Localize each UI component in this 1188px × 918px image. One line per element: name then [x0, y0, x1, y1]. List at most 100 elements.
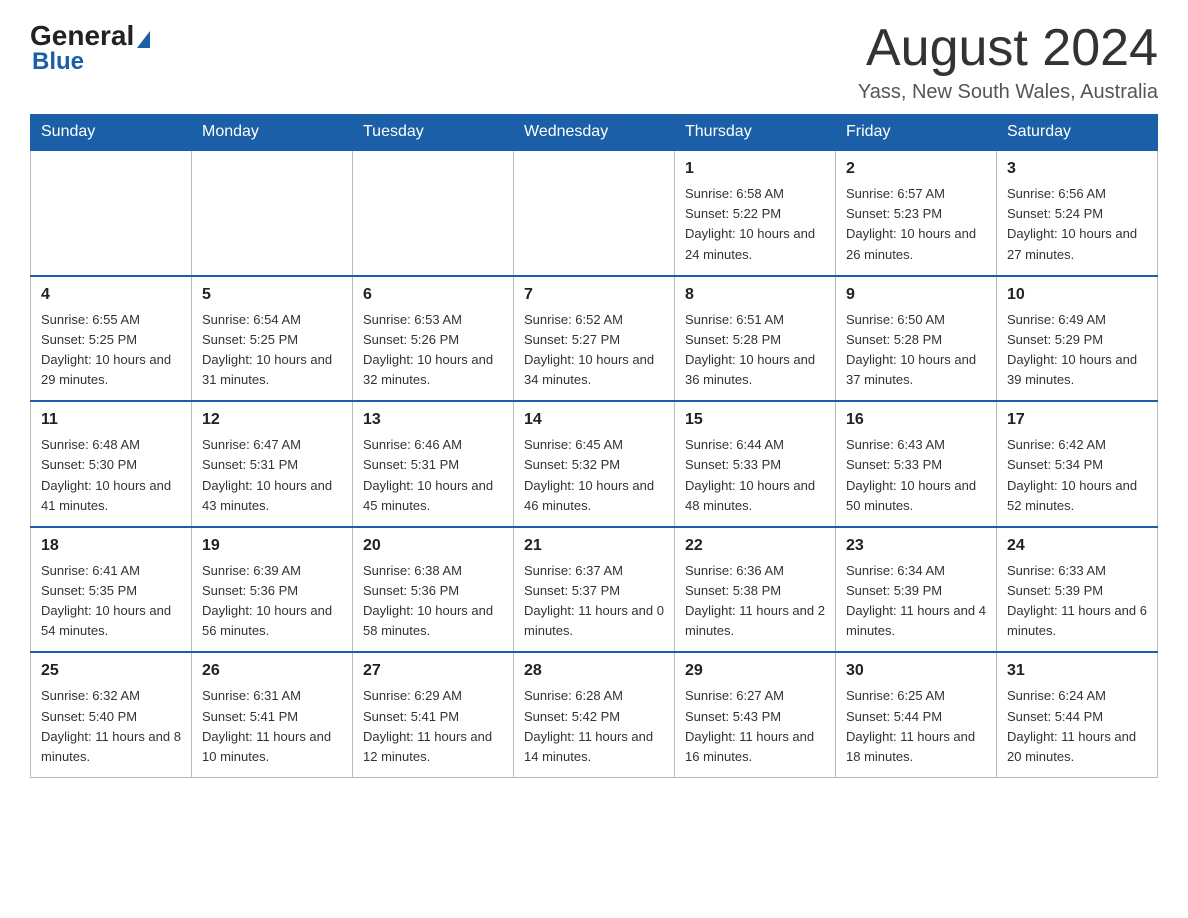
calendar-day-cell: 8 Sunrise: 6:51 AMSunset: 5:28 PMDaylight…	[675, 276, 836, 402]
day-number: 5	[202, 283, 342, 307]
calendar-day-cell: 29Sunrise: 6:27 AMSunset: 5:43 PMDayligh…	[675, 652, 836, 777]
day-info: Sunrise: 6:29 AMSunset: 5:41 PMDaylight:…	[363, 686, 503, 767]
logo-arrow-icon	[137, 31, 150, 48]
calendar-week-row: 1 Sunrise: 6:58 AMSunset: 5:22 PMDaylight…	[31, 150, 1158, 276]
calendar-day-cell: 23 Sunrise: 6:34 AMSunset: 5:39 PMDayligh…	[836, 527, 997, 653]
day-info: Sunrise: 6:44 AMSunset: 5:33 PMDaylight:…	[685, 435, 825, 516]
location-text: Yass, New South Wales, Australia	[858, 81, 1158, 104]
calendar-day-cell: 28 Sunrise: 6:28 AMSunset: 5:42 PMDayligh…	[514, 652, 675, 777]
day-info: Sunrise: 6:34 AMSunset: 5:39 PMDaylight:…	[846, 561, 986, 642]
day-info: Sunrise: 6:37 AMSunset: 5:37 PMDaylight:…	[524, 561, 664, 642]
calendar-day-cell: 19 Sunrise: 6:39 AMSunset: 5:36 PMDayligh…	[192, 527, 353, 653]
calendar-header-thursday: Thursday	[675, 115, 836, 151]
day-number: 19	[202, 534, 342, 558]
day-info: Sunrise: 6:54 AMSunset: 5:25 PMDaylight:…	[202, 310, 342, 391]
calendar-day-cell: 14 Sunrise: 6:45 AMSunset: 5:32 PMDayligh…	[514, 401, 675, 527]
day-number: 23	[846, 534, 986, 558]
day-number: 15	[685, 408, 825, 432]
day-info: Sunrise: 6:47 AMSunset: 5:31 PMDaylight:…	[202, 435, 342, 516]
calendar-day-cell: 9Sunrise: 6:50 AMSunset: 5:28 PMDaylight…	[836, 276, 997, 402]
calendar-day-cell: 7 Sunrise: 6:52 AMSunset: 5:27 PMDaylight…	[514, 276, 675, 402]
day-number: 4	[41, 283, 181, 307]
calendar-day-cell: 12 Sunrise: 6:47 AMSunset: 5:31 PMDayligh…	[192, 401, 353, 527]
day-info: Sunrise: 6:38 AMSunset: 5:36 PMDaylight:…	[363, 561, 503, 642]
calendar-day-cell: 26 Sunrise: 6:31 AMSunset: 5:41 PMDayligh…	[192, 652, 353, 777]
calendar-week-row: 25Sunrise: 6:32 AMSunset: 5:40 PMDayligh…	[31, 652, 1158, 777]
day-number: 24	[1007, 534, 1147, 558]
calendar-header-monday: Monday	[192, 115, 353, 151]
calendar-day-cell: 6Sunrise: 6:53 AMSunset: 5:26 PMDaylight…	[353, 276, 514, 402]
calendar-day-cell	[31, 150, 192, 276]
day-number: 31	[1007, 659, 1147, 683]
calendar-day-cell: 21 Sunrise: 6:37 AMSunset: 5:37 PMDayligh…	[514, 527, 675, 653]
day-info: Sunrise: 6:52 AMSunset: 5:27 PMDaylight:…	[524, 310, 664, 391]
month-title: August 2024	[858, 20, 1158, 77]
calendar-header-row: SundayMondayTuesdayWednesdayThursdayFrid…	[31, 115, 1158, 151]
calendar-day-cell: 5 Sunrise: 6:54 AMSunset: 5:25 PMDaylight…	[192, 276, 353, 402]
day-info: Sunrise: 6:58 AMSunset: 5:22 PMDaylight:…	[685, 184, 825, 265]
day-info: Sunrise: 6:27 AMSunset: 5:43 PMDaylight:…	[685, 686, 825, 767]
day-number: 10	[1007, 283, 1147, 307]
day-info: Sunrise: 6:36 AMSunset: 5:38 PMDaylight:…	[685, 561, 825, 642]
day-number: 21	[524, 534, 664, 558]
calendar-week-row: 18Sunrise: 6:41 AMSunset: 5:35 PMDayligh…	[31, 527, 1158, 653]
day-number: 22	[685, 534, 825, 558]
day-number: 17	[1007, 408, 1147, 432]
day-info: Sunrise: 6:33 AMSunset: 5:39 PMDaylight:…	[1007, 561, 1147, 642]
calendar-header-friday: Friday	[836, 115, 997, 151]
day-info: Sunrise: 6:28 AMSunset: 5:42 PMDaylight:…	[524, 686, 664, 767]
calendar-day-cell: 16 Sunrise: 6:43 AMSunset: 5:33 PMDayligh…	[836, 401, 997, 527]
calendar-day-cell: 17 Sunrise: 6:42 AMSunset: 5:34 PMDayligh…	[997, 401, 1158, 527]
day-number: 13	[363, 408, 503, 432]
day-info: Sunrise: 6:51 AMSunset: 5:28 PMDaylight:…	[685, 310, 825, 391]
day-number: 2	[846, 157, 986, 181]
day-info: Sunrise: 6:46 AMSunset: 5:31 PMDaylight:…	[363, 435, 503, 516]
calendar-day-cell	[353, 150, 514, 276]
day-number: 25	[41, 659, 181, 683]
calendar-week-row: 11 Sunrise: 6:48 AMSunset: 5:30 PMDayligh…	[31, 401, 1158, 527]
calendar-day-cell: 22 Sunrise: 6:36 AMSunset: 5:38 PMDayligh…	[675, 527, 836, 653]
day-info: Sunrise: 6:45 AMSunset: 5:32 PMDaylight:…	[524, 435, 664, 516]
calendar-day-cell: 11 Sunrise: 6:48 AMSunset: 5:30 PMDayligh…	[31, 401, 192, 527]
day-number: 16	[846, 408, 986, 432]
calendar-day-cell: 4 Sunrise: 6:55 AMSunset: 5:25 PMDaylight…	[31, 276, 192, 402]
calendar-week-row: 4 Sunrise: 6:55 AMSunset: 5:25 PMDaylight…	[31, 276, 1158, 402]
calendar-header-tuesday: Tuesday	[353, 115, 514, 151]
calendar-day-cell: 20Sunrise: 6:38 AMSunset: 5:36 PMDayligh…	[353, 527, 514, 653]
day-info: Sunrise: 6:31 AMSunset: 5:41 PMDaylight:…	[202, 686, 342, 767]
calendar-day-cell	[192, 150, 353, 276]
day-number: 26	[202, 659, 342, 683]
calendar-day-cell: 1 Sunrise: 6:58 AMSunset: 5:22 PMDaylight…	[675, 150, 836, 276]
calendar-day-cell: 30Sunrise: 6:25 AMSunset: 5:44 PMDayligh…	[836, 652, 997, 777]
day-number: 3	[1007, 157, 1147, 181]
day-info: Sunrise: 6:43 AMSunset: 5:33 PMDaylight:…	[846, 435, 986, 516]
day-info: Sunrise: 6:57 AMSunset: 5:23 PMDaylight:…	[846, 184, 986, 265]
calendar-day-cell: 2 Sunrise: 6:57 AMSunset: 5:23 PMDaylight…	[836, 150, 997, 276]
day-info: Sunrise: 6:56 AMSunset: 5:24 PMDaylight:…	[1007, 184, 1147, 265]
calendar-day-cell: 10Sunrise: 6:49 AMSunset: 5:29 PMDayligh…	[997, 276, 1158, 402]
day-number: 28	[524, 659, 664, 683]
calendar-day-cell: 18Sunrise: 6:41 AMSunset: 5:35 PMDayligh…	[31, 527, 192, 653]
day-number: 12	[202, 408, 342, 432]
day-number: 7	[524, 283, 664, 307]
day-info: Sunrise: 6:42 AMSunset: 5:34 PMDaylight:…	[1007, 435, 1147, 516]
day-number: 8	[685, 283, 825, 307]
calendar-day-cell: 27Sunrise: 6:29 AMSunset: 5:41 PMDayligh…	[353, 652, 514, 777]
calendar-table: SundayMondayTuesdayWednesdayThursdayFrid…	[30, 114, 1158, 778]
day-number: 11	[41, 408, 181, 432]
calendar-day-cell: 15 Sunrise: 6:44 AMSunset: 5:33 PMDayligh…	[675, 401, 836, 527]
calendar-day-cell	[514, 150, 675, 276]
day-info: Sunrise: 6:39 AMSunset: 5:36 PMDaylight:…	[202, 561, 342, 642]
day-number: 1	[685, 157, 825, 181]
day-info: Sunrise: 6:24 AMSunset: 5:44 PMDaylight:…	[1007, 686, 1147, 767]
day-info: Sunrise: 6:55 AMSunset: 5:25 PMDaylight:…	[41, 310, 181, 391]
calendar-day-cell: 3 Sunrise: 6:56 AMSunset: 5:24 PMDaylight…	[997, 150, 1158, 276]
day-info: Sunrise: 6:25 AMSunset: 5:44 PMDaylight:…	[846, 686, 986, 767]
page-header: General Blue August 2024 Yass, New South…	[30, 20, 1158, 104]
day-info: Sunrise: 6:48 AMSunset: 5:30 PMDaylight:…	[41, 435, 181, 516]
calendar-day-cell: 24 Sunrise: 6:33 AMSunset: 5:39 PMDayligh…	[997, 527, 1158, 653]
day-number: 9	[846, 283, 986, 307]
calendar-header-wednesday: Wednesday	[514, 115, 675, 151]
calendar-day-cell: 13 Sunrise: 6:46 AMSunset: 5:31 PMDayligh…	[353, 401, 514, 527]
day-number: 14	[524, 408, 664, 432]
